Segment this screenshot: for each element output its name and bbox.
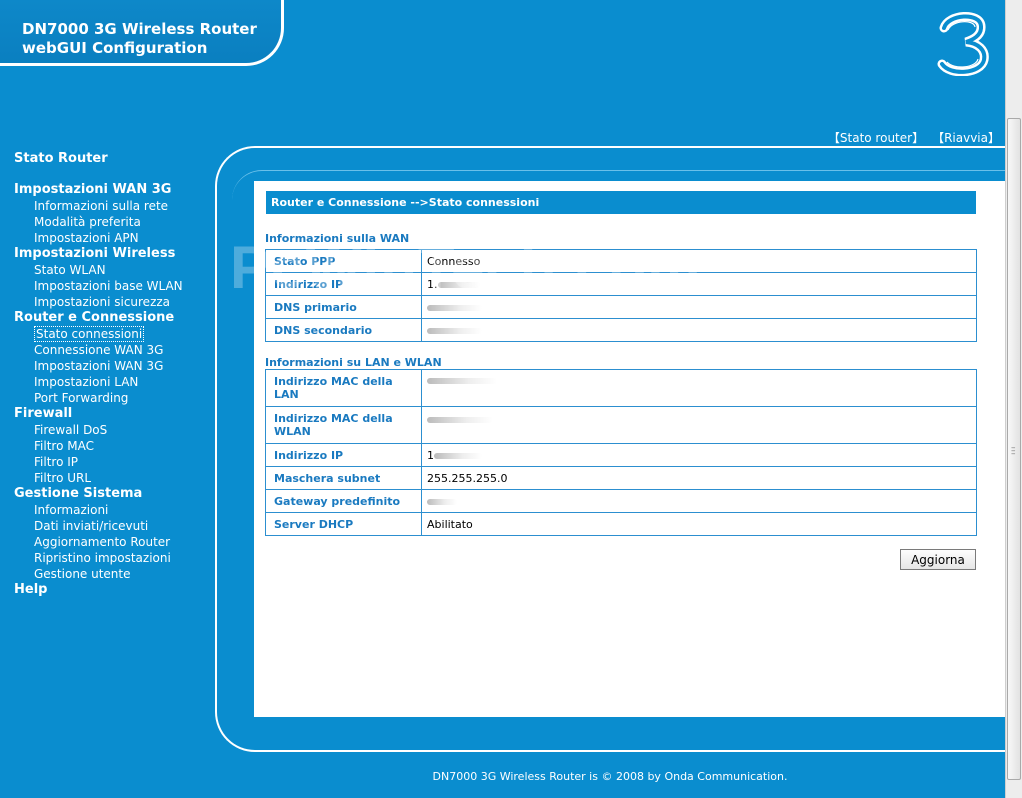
sidebar-item-impostazioni-sicurezza[interactable]: Impostazioni sicurezza: [14, 294, 214, 310]
top-links: 【Stato router】 【Riavvia】: [828, 129, 1000, 146]
sidebar-item-impostazioni-lan[interactable]: Impostazioni LAN: [14, 374, 214, 390]
sidebar-item-filtro-url[interactable]: Filtro URL: [14, 470, 214, 486]
sidebar-item-ripristino-impostazioni[interactable]: Ripristino impostazioni: [14, 550, 214, 566]
row-label: Maschera subnet: [265, 466, 422, 490]
breadcrumb: Router e Connessione -->Stato connession…: [266, 191, 976, 214]
row-value: [421, 295, 977, 319]
redacted-value: [427, 327, 482, 334]
row-value: 255.255.255.0: [421, 466, 977, 490]
sidebar-nav: Stato Router Impostazioni WAN 3G Informa…: [14, 151, 214, 598]
sidebar-item-gestione-utente[interactable]: Gestione utente: [14, 566, 214, 582]
row-value: Connesso: [421, 249, 977, 273]
sidebar-item-firewall-dos[interactable]: Firewall DoS: [14, 422, 214, 438]
three-logo-icon: [937, 12, 989, 76]
table-row: DNS secondario: [265, 318, 977, 342]
table-row: Server DHCP Abilitato: [265, 512, 977, 536]
row-label: Stato PPP: [265, 249, 422, 273]
row-value: [421, 489, 977, 513]
app-title-line2: webGUI Configuration: [22, 39, 208, 57]
sidebar-item-help[interactable]: Help: [14, 582, 214, 598]
redacted-value: [427, 417, 493, 423]
sidebar-item-label: Stato connessioni: [34, 326, 145, 342]
sidebar-item-stato-router[interactable]: Stato Router: [14, 151, 214, 167]
sidebar-item-aggiornamento-router[interactable]: Aggiornamento Router: [14, 534, 214, 550]
row-value: 1.: [421, 272, 977, 296]
row-value: Abilitato: [421, 512, 977, 536]
row-label: Indirizzo IP: [265, 443, 422, 467]
sidebar-item-impostazioni-apn[interactable]: Impostazioni APN: [14, 230, 214, 246]
sidebar-item-connessione-wan-3g[interactable]: Connessione WAN 3G: [14, 342, 214, 358]
sidebar-item-informazioni[interactable]: Informazioni: [14, 502, 214, 518]
row-value: 1: [421, 443, 977, 467]
row-label: Gateway predefinito: [265, 489, 422, 513]
row-label: Indirizzo MAC della WLAN: [265, 406, 422, 444]
value-text: 1: [427, 448, 434, 462]
table-row: Stato PPP Connesso: [265, 249, 977, 273]
redacted-value: [427, 498, 457, 505]
sidebar-item-modalita-preferita[interactable]: Modalità preferita: [14, 214, 214, 230]
redacted-value: [434, 452, 482, 459]
app-title-line1: DN7000 3G Wireless Router: [22, 20, 257, 38]
table-row: Gateway predefinito: [265, 489, 977, 513]
row-label: Indirizzo MAC della LAN: [265, 369, 422, 407]
title-tab: DN7000 3G Wireless Router webGUI Configu…: [0, 0, 284, 66]
sidebar-item-stato-connessioni[interactable]: Stato connessioni: [14, 326, 214, 342]
row-label: DNS secondario: [265, 318, 422, 342]
row-value: [421, 318, 977, 342]
riavvia-link[interactable]: 【Riavvia】: [932, 131, 1000, 145]
sidebar-group-firewall[interactable]: Firewall: [14, 406, 214, 422]
lan-info-table: Indirizzo MAC della LAN Indirizzo MAC de…: [265, 369, 977, 536]
table-row: Indirizzo IP 1: [265, 443, 977, 467]
wan-info-table: Stato PPP Connesso Indirizzo IP 1. DNS p…: [265, 249, 977, 342]
table-row: DNS primario: [265, 295, 977, 319]
content-panel: Router e Connessione -->Stato connession…: [254, 181, 1005, 717]
grip-icon: – – –: [1011, 443, 1016, 459]
wan-section-title: Informazioni sulla WAN: [265, 232, 410, 245]
table-row: Indirizzo IP 1.: [265, 272, 977, 296]
sidebar-item-filtro-mac[interactable]: Filtro MAC: [14, 438, 214, 454]
sidebar-group-wan-3g[interactable]: Impostazioni WAN 3G: [14, 182, 214, 198]
aggiorna-button[interactable]: Aggiorna: [900, 549, 976, 570]
sidebar-group-gestione-sistema[interactable]: Gestione Sistema: [14, 486, 214, 502]
lan-section-title: Informazioni su LAN e WLAN: [265, 356, 442, 369]
row-value: [421, 369, 977, 407]
sidebar-item-impostazioni-wan-3g[interactable]: Impostazioni WAN 3G: [14, 358, 214, 374]
footer-copyright: DN7000 3G Wireless Router is © 2008 by O…: [432, 770, 788, 783]
sidebar-item-impostazioni-base-wlan[interactable]: Impostazioni base WLAN: [14, 278, 214, 294]
sidebar-item-port-forwarding[interactable]: Port Forwarding: [14, 390, 214, 406]
sidebar-item-informazioni-rete[interactable]: Informazioni sulla rete: [14, 198, 214, 214]
row-label: DNS primario: [265, 295, 422, 319]
row-label: Indirizzo IP: [265, 272, 422, 296]
value-text: 1.: [427, 277, 438, 291]
sidebar-group-wireless[interactable]: Impostazioni Wireless: [14, 246, 214, 262]
sidebar-group-router-connessione[interactable]: Router e Connessione: [14, 310, 214, 326]
table-row: Maschera subnet 255.255.255.0: [265, 466, 977, 490]
row-label: Server DHCP: [265, 512, 422, 536]
vertical-scrollbar[interactable]: – – –: [1005, 0, 1022, 798]
table-row: Indirizzo MAC della WLAN: [265, 406, 977, 444]
sidebar-item-filtro-ip[interactable]: Filtro IP: [14, 454, 214, 470]
redacted-value: [427, 378, 497, 384]
sidebar-item-stato-wlan[interactable]: Stato WLAN: [14, 262, 214, 278]
table-row: Indirizzo MAC della LAN: [265, 369, 977, 407]
scrollbar-thumb[interactable]: – – –: [1007, 118, 1021, 780]
sidebar-item-dati-inviati[interactable]: Dati inviati/ricevuti: [14, 518, 214, 534]
stato-router-link[interactable]: 【Stato router】: [828, 131, 924, 145]
row-value: [421, 406, 977, 444]
redacted-value: [427, 304, 482, 311]
redacted-value: [437, 281, 480, 288]
